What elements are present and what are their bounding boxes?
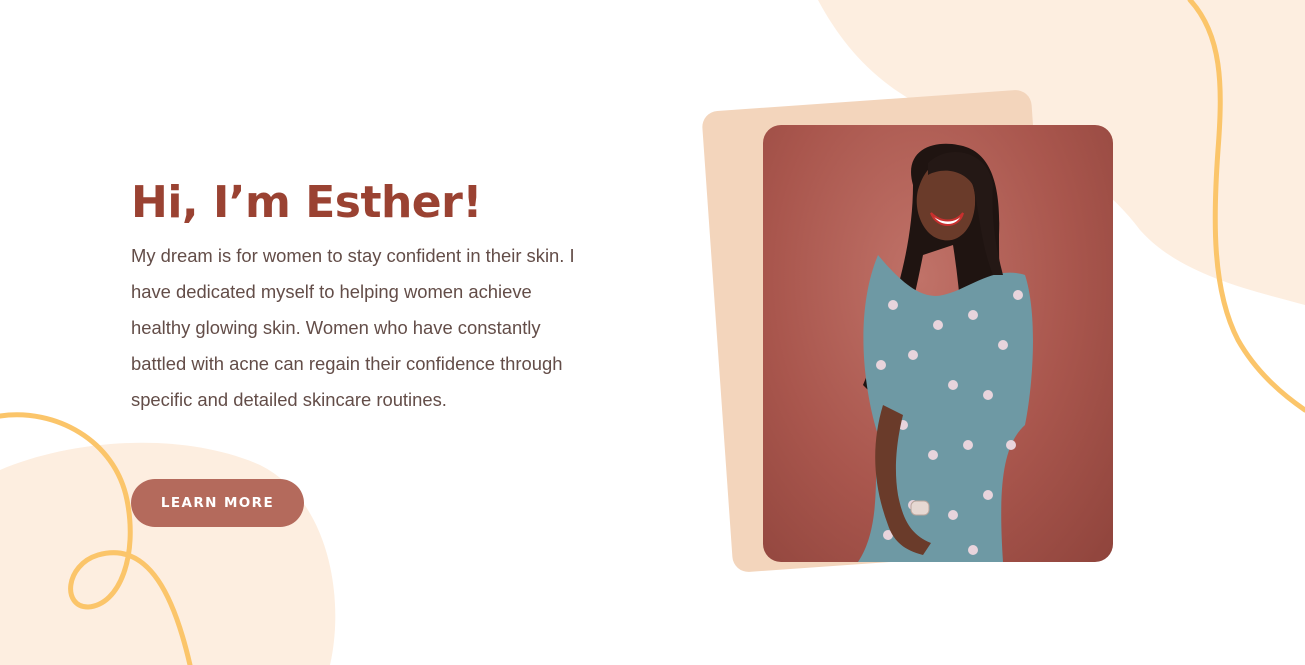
portrait-photo xyxy=(763,125,1113,562)
watch xyxy=(910,500,930,516)
hero-intro: Hi, I’m Esther! My dream is for women to… xyxy=(131,172,601,418)
bottom-left-blob xyxy=(0,442,336,665)
learn-more-button[interactable]: LEARN MORE xyxy=(131,479,304,527)
hero-title: Hi, I’m Esther! xyxy=(131,177,482,228)
hero-description: My dream is for women to stay confident … xyxy=(131,245,575,410)
